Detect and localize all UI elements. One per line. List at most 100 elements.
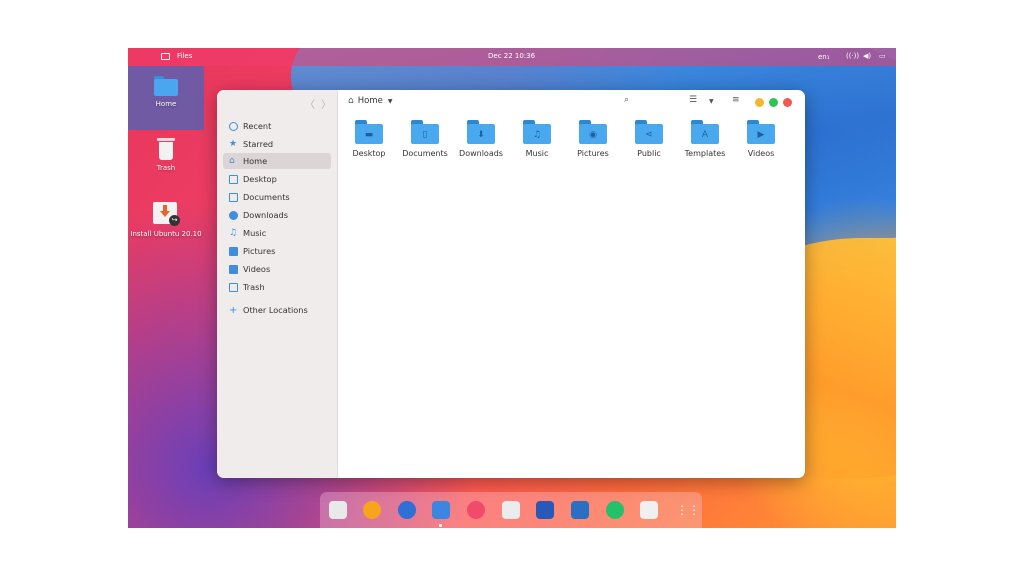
- folder-name: Downloads: [459, 149, 503, 158]
- download-icon: [229, 210, 238, 220]
- templates-folder-icon: A: [691, 120, 719, 144]
- folder-name: Pictures: [577, 149, 609, 158]
- folder-item-desktop[interactable]: ▬ Desktop: [341, 120, 397, 158]
- folder-item-downloads[interactable]: ⬇ Downloads: [453, 120, 509, 158]
- videos-folder-icon: ▶: [747, 120, 775, 144]
- itunes-icon[interactable]: [467, 501, 485, 519]
- folder-name: Desktop: [352, 149, 386, 158]
- clock[interactable]: Dec 22 10:36: [488, 52, 535, 60]
- desktop-icon: [229, 174, 238, 184]
- folder-name: Videos: [747, 149, 775, 158]
- documents-folder-icon: ▯: [411, 120, 439, 144]
- files-app-icon[interactable]: [161, 53, 170, 60]
- trash-icon: [229, 282, 238, 292]
- main-content: ⌂ Home ▼ ⌕ ☰ ▼ ≡ ▬ Desktop ▯ Documents ⬇…: [338, 90, 805, 478]
- top-bar: Files Dec 22 10:36 en₁ ((·)) ◀) ▭: [128, 48, 896, 66]
- sidebar-item-downloads[interactable]: Downloads: [223, 207, 331, 223]
- home-icon: ⌂: [229, 155, 235, 166]
- pictures-folder-icon: ◉: [579, 120, 607, 144]
- desktop-folder-icon: ▬: [355, 120, 383, 144]
- sidebar-item-label: Other Locations: [243, 305, 308, 315]
- camera-icon: [229, 246, 238, 256]
- downloads-folder-icon: ⬇: [467, 120, 495, 144]
- desktop-icon-label: Install Ubuntu 20.10: [130, 230, 202, 238]
- back-icon[interactable]: 〈: [305, 96, 315, 111]
- search-icon[interactable]: ⌕: [624, 95, 629, 105]
- sidebar-item-videos[interactable]: Videos: [223, 261, 331, 277]
- sidebar-item-label: Starred: [243, 139, 274, 149]
- desktop-icon-home[interactable]: Home: [128, 66, 204, 130]
- folder-item-public[interactable]: ⋖ Public: [621, 120, 677, 158]
- maximize-button[interactable]: [769, 98, 778, 107]
- sidebar-item-label: Desktop: [243, 174, 277, 184]
- public-folder-icon: ⋖: [635, 120, 663, 144]
- sidebar-item-label: Recent: [243, 121, 272, 131]
- sidebar-item-label: Downloads: [243, 210, 288, 220]
- running-indicator: [439, 524, 442, 527]
- folder-item-pictures[interactable]: ◉ Pictures: [565, 120, 621, 158]
- sidebar-item-label: Music: [243, 228, 267, 238]
- sidebar-item-label: Documents: [243, 192, 290, 202]
- browser-icon[interactable]: [398, 501, 416, 519]
- folder-name: Public: [637, 149, 661, 158]
- desktop-icon-trash[interactable]: Trash: [128, 138, 204, 172]
- sidebar-item-recent[interactable]: Recent: [223, 118, 331, 134]
- active-app-name[interactable]: Files: [177, 52, 192, 60]
- installer-icon[interactable]: [329, 501, 347, 519]
- sidebar-item-music[interactable]: ♫ Music: [223, 225, 331, 241]
- sidebar-item-pictures[interactable]: Pictures: [223, 243, 331, 259]
- sidebar-item-home[interactable]: ⌂ Home: [223, 153, 331, 169]
- menu-icon[interactable]: ≡: [732, 95, 740, 105]
- app-store-icon[interactable]: [606, 501, 624, 519]
- apple-menu-icon[interactable]: [138, 52, 147, 62]
- close-button[interactable]: [783, 98, 792, 107]
- home-icon: ⌂: [348, 96, 354, 106]
- sidebar-item-starred[interactable]: ★ Starred: [223, 136, 331, 152]
- folder-item-videos[interactable]: ▶ Videos: [733, 120, 789, 158]
- sidebar-item-label: Videos: [243, 264, 271, 274]
- desktop-icon-install-ubuntu[interactable]: ↪ Install Ubuntu 20.10: [128, 202, 204, 238]
- sidebar-item-label: Home: [243, 156, 268, 166]
- app-grid-icon[interactable]: ⋮⋮: [676, 501, 700, 519]
- files-icon[interactable]: [432, 501, 450, 519]
- music-icon: ♫: [229, 227, 238, 238]
- music-folder-icon: ♫: [523, 120, 551, 144]
- files-window: 〈 〉 Recent ★ Starred ⌂ Home Desktop Docu…: [217, 90, 805, 478]
- sidebar-item-other-locations[interactable]: + Other Locations: [223, 302, 331, 318]
- volume-icon[interactable]: ◀): [863, 52, 871, 60]
- chevron-down-icon[interactable]: ▼: [388, 98, 393, 105]
- tweaks-icon[interactable]: [571, 501, 589, 519]
- trash-icon: [157, 138, 175, 160]
- desktop-icon-label: Home: [155, 100, 177, 108]
- sidebar-item-trash[interactable]: Trash: [223, 279, 331, 295]
- desktop-icon-label: Trash: [156, 164, 176, 172]
- battery-icon[interactable]: ▭: [879, 52, 886, 60]
- network-icon[interactable]: ((·)): [846, 52, 859, 60]
- screenshot-icon[interactable]: [502, 501, 520, 519]
- home-folder-icon: [154, 76, 178, 96]
- star-icon: ★: [229, 138, 238, 149]
- dock: ⋮⋮: [320, 492, 702, 528]
- folder-name: Documents: [402, 149, 448, 158]
- list-view-icon[interactable]: ☰: [689, 95, 697, 105]
- video-icon: [229, 264, 238, 274]
- keyboard-language[interactable]: en₁: [818, 53, 830, 61]
- minimize-button[interactable]: [755, 98, 764, 107]
- writer-icon[interactable]: [536, 501, 554, 519]
- music-player-icon[interactable]: [363, 501, 381, 519]
- path-bar[interactable]: ⌂ Home ▼: [348, 96, 392, 106]
- folder-name: Templates: [684, 149, 726, 158]
- trash-icon[interactable]: [640, 501, 658, 519]
- folder-item-music[interactable]: ♫ Music: [509, 120, 565, 158]
- sidebar-item-label: Pictures: [243, 246, 276, 256]
- sidebar-item-desktop[interactable]: Desktop: [223, 171, 331, 187]
- chevron-down-icon[interactable]: ▼: [709, 98, 714, 105]
- clock-icon: [229, 121, 238, 131]
- sidebar-item-label: Trash: [243, 282, 265, 292]
- plus-icon: +: [229, 304, 238, 316]
- folder-item-templates[interactable]: A Templates: [677, 120, 733, 158]
- path-label: Home: [357, 96, 383, 106]
- forward-icon[interactable]: 〉: [321, 96, 331, 111]
- sidebar-item-documents[interactable]: Documents: [223, 189, 331, 205]
- folder-item-documents[interactable]: ▯ Documents: [397, 120, 453, 158]
